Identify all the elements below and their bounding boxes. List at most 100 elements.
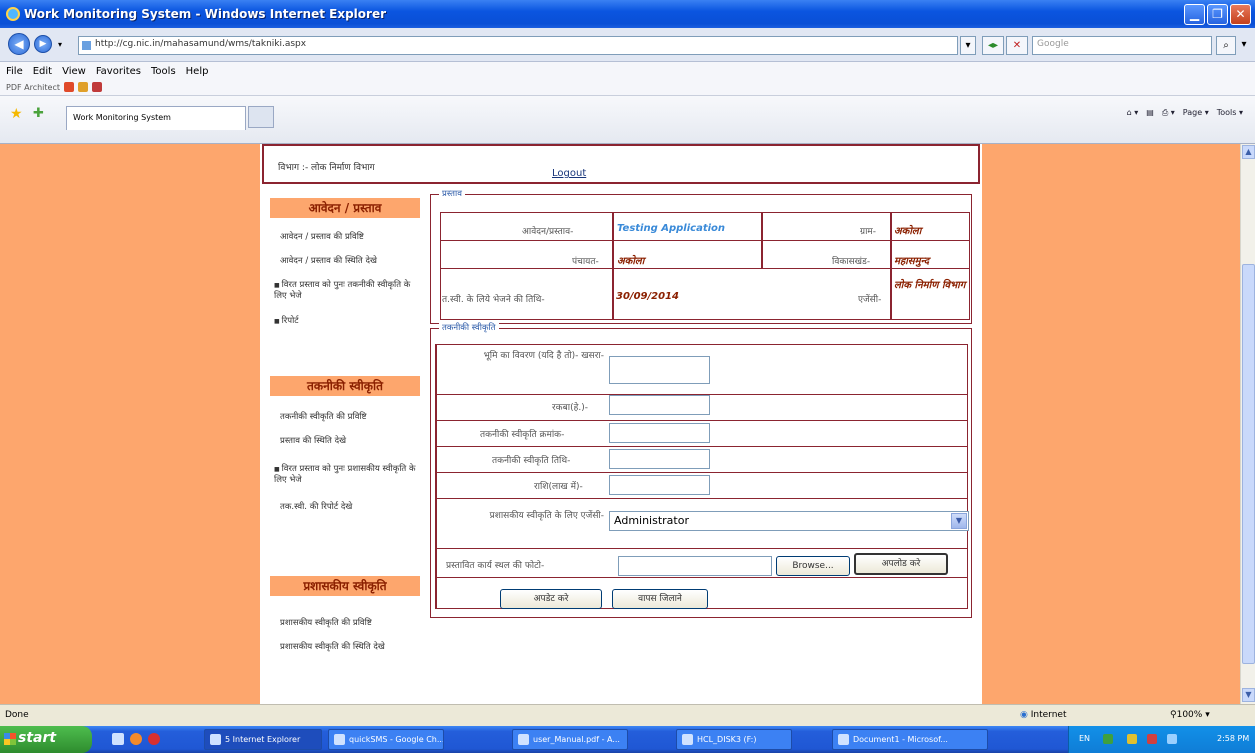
ie-logo-icon xyxy=(6,7,20,21)
home-icon[interactable]: ⌂ ▾ xyxy=(1127,108,1139,118)
maximize-button[interactable]: ❐ xyxy=(1207,4,1228,25)
sidebar-link-ts-entry[interactable]: तकनीकी स्वीकृति की प्रविष्टि xyxy=(280,412,422,423)
amount-input[interactable] xyxy=(609,475,710,495)
admin-agency-select[interactable]: Administrator ▼ xyxy=(609,511,969,531)
proposal-divider xyxy=(612,212,614,320)
taskbar-item-word[interactable]: Document1 - Microsof... xyxy=(832,729,988,750)
search-options-icon[interactable]: ▾ xyxy=(1238,36,1250,55)
start-label: start xyxy=(18,730,57,746)
zoom-icon: ⚲ xyxy=(1170,710,1177,720)
sidebar-link-as-entry[interactable]: प्रशासकीय स्वीकृति की प्रविष्टि xyxy=(280,618,422,629)
taskbar-item-pdf[interactable]: user_Manual.pdf - A... xyxy=(512,729,628,750)
sidebar-link-as-status[interactable]: प्रशासकीय स्वीकृति की स्थिति देखे xyxy=(280,642,422,653)
pdf-architect-label: PDF Architect xyxy=(6,82,60,92)
status-bar: Done ◉ Internet ⚲100% ▾ xyxy=(0,704,1255,726)
logout-link[interactable]: Logout xyxy=(552,168,586,179)
tray-antivirus-icon[interactable] xyxy=(1147,734,1157,744)
department-label: विभाग :- लोक निर्माण विभाग xyxy=(278,163,375,173)
chevron-down-icon[interactable]: ▼ xyxy=(951,513,967,529)
sidebar-link-report[interactable]: रिपोर्ट xyxy=(274,316,416,327)
address-dropdown-icon[interactable]: ▾ xyxy=(960,36,976,55)
tray-network-icon[interactable] xyxy=(1103,734,1113,744)
forward-icon[interactable]: ▶ xyxy=(34,35,52,53)
amount-label: राशि(लाख में)- xyxy=(534,482,583,492)
language-indicator[interactable]: EN xyxy=(1079,734,1090,743)
sidebar-link-app-status[interactable]: आवेदन / प्रस्ताव की स्थिति देखे xyxy=(280,256,422,267)
taskbar-item-ie[interactable]: 5 Internet Explorer xyxy=(204,729,322,750)
show-desktop-icon[interactable] xyxy=(112,733,124,745)
scroll-up-icon[interactable]: ▲ xyxy=(1242,145,1255,159)
sidebar-link-ts-status[interactable]: प्रस्ताव की स्थिति देखे xyxy=(280,436,422,447)
print-icon[interactable]: ⎙ ▾ xyxy=(1162,108,1175,118)
search-icon[interactable]: ⌕ xyxy=(1216,36,1236,55)
technical-legend: तकनीकी स्वीकृति xyxy=(439,322,499,333)
menu-bar: File Edit View Favorites Tools Help PDF … xyxy=(0,62,1255,96)
page-menu[interactable]: Page ▾ xyxy=(1183,108,1209,118)
menu-edit[interactable]: Edit xyxy=(33,66,52,77)
tray-security-icon[interactable] xyxy=(1127,734,1137,744)
favorites-star-icon[interactable]: ★ xyxy=(10,106,23,122)
sidebar-heading-technical: तकनीकी स्वीकृति xyxy=(270,376,420,396)
village-value: अकोला xyxy=(894,226,922,237)
area-input[interactable] xyxy=(609,395,710,415)
menu-file[interactable]: File xyxy=(6,66,23,77)
system-tray: EN 2:58 PM xyxy=(1068,726,1255,753)
tools-menu[interactable]: Tools ▾ xyxy=(1217,108,1243,118)
menu-help[interactable]: Help xyxy=(186,66,209,77)
menu-favorites[interactable]: Favorites xyxy=(96,66,141,77)
tab-work-monitoring[interactable]: Work Monitoring System xyxy=(66,106,246,130)
ie-window: Work Monitoring System - Windows Interne… xyxy=(0,0,1255,753)
quicklaunch-browser-icon[interactable] xyxy=(130,733,142,745)
sidebar-link-resend-as[interactable]: विरत प्रस्ताव को पुनः प्रशासकीय स्वीकृति… xyxy=(274,464,416,486)
sidebar-link-app-entry[interactable]: आवेदन / प्रस्ताव की प्रविष्टि xyxy=(280,232,422,243)
start-button[interactable]: start xyxy=(0,726,92,753)
vertical-scrollbar[interactable]: ▲ ▼ xyxy=(1240,144,1255,704)
pdf-edit-icon[interactable] xyxy=(78,82,88,92)
proposal-divider xyxy=(890,212,892,320)
windows-logo-icon xyxy=(4,733,16,745)
back-icon[interactable]: ◀ xyxy=(8,33,30,55)
history-dropdown-icon[interactable]: ▾ xyxy=(58,40,62,49)
pdf-icon[interactable] xyxy=(64,82,74,92)
tray-volume-icon[interactable] xyxy=(1167,734,1177,744)
submit-button[interactable]: अपडेट करे xyxy=(500,589,602,609)
upload-button[interactable]: अपलोड करे xyxy=(854,553,948,575)
sidebar: आवेदन / प्रस्ताव आवेदन / प्रस्ताव की प्र… xyxy=(262,190,424,704)
minimize-button[interactable]: ▁ xyxy=(1184,4,1205,25)
add-favorites-icon[interactable]: ✚ xyxy=(33,106,44,121)
feeds-icon[interactable]: ▤ xyxy=(1146,108,1154,118)
photo-file-input[interactable] xyxy=(618,556,772,576)
zone-label: Internet xyxy=(1030,710,1067,720)
close-button[interactable]: ✕ xyxy=(1230,4,1251,25)
scroll-thumb[interactable] xyxy=(1242,264,1255,664)
ts-number-input[interactable] xyxy=(609,423,710,443)
menu-view[interactable]: View xyxy=(62,66,86,77)
browse-button[interactable]: Browse... xyxy=(776,556,850,576)
panchayat-label: पंचायत- xyxy=(572,257,599,267)
proposal-legend: प्रस्ताव xyxy=(439,188,465,199)
header-box: विभाग :- लोक निर्माण विभाग Logout xyxy=(262,144,980,184)
quicklaunch-app-icon[interactable] xyxy=(148,733,160,745)
menu-tools[interactable]: Tools xyxy=(151,66,176,77)
sidebar-heading-application: आवेदन / प्रस्ताव xyxy=(270,198,420,218)
taskbar-item-disk[interactable]: HCL_DISK3 (F:) xyxy=(676,729,792,750)
zoom-level[interactable]: ⚲100% ▾ xyxy=(1170,710,1210,720)
url-field[interactable]: http://cg.nic.in/mahasamund/wms/takniki.… xyxy=(78,36,958,55)
new-tab-button[interactable] xyxy=(248,106,274,128)
panchayat-value: अकोला xyxy=(617,256,645,267)
ts-date-input[interactable] xyxy=(609,449,710,469)
back-button[interactable]: वापस जिलाने xyxy=(612,589,708,609)
sidebar-link-ts-report[interactable]: तक.स्वी. की रिपोर्ट देखे xyxy=(280,502,422,513)
refresh-button[interactable]: ◂▸ xyxy=(982,36,1004,55)
search-input[interactable]: Google xyxy=(1032,36,1212,55)
scroll-down-icon[interactable]: ▼ xyxy=(1242,688,1255,702)
address-bar: ◀ ▶ ▾ http://cg.nic.in/mahasamund/wms/ta… xyxy=(0,28,1255,62)
send-date-value: 30/09/2014 xyxy=(616,291,679,302)
taskbar-item-chrome[interactable]: quickSMS - Google Ch... xyxy=(328,729,444,750)
land-input[interactable] xyxy=(609,356,710,384)
sidebar-link-resend-ts[interactable]: विरत प्रस्ताव को पुनः तकनीकी स्वीकृति के… xyxy=(274,280,416,302)
pdf-toolbar: PDF Architect xyxy=(6,82,102,92)
agency-value: लोक निर्माण विभाग xyxy=(894,280,966,291)
stop-button[interactable]: ✕ xyxy=(1006,36,1028,55)
pdf-convert-icon[interactable] xyxy=(92,82,102,92)
